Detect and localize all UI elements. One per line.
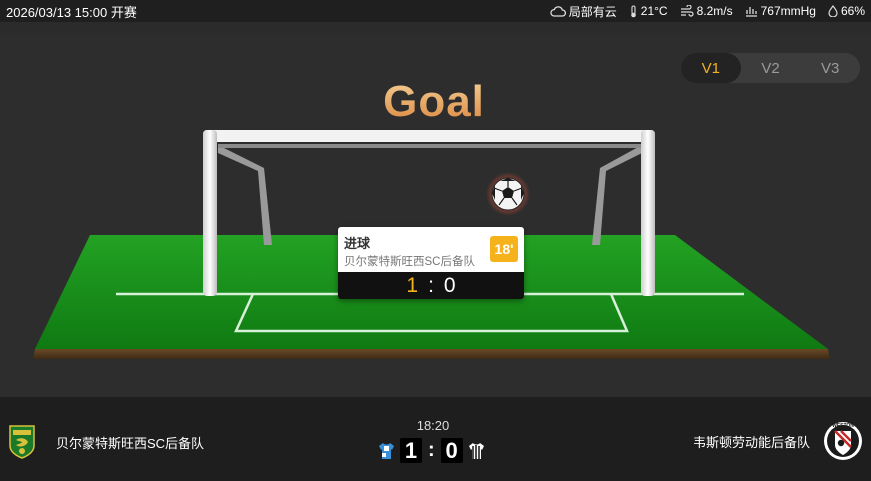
tab-v1[interactable]: V1 bbox=[681, 53, 741, 83]
main-score: 1 : 0 bbox=[378, 438, 485, 463]
home-score: 1 bbox=[400, 438, 422, 463]
away-team-name: 韦斯顿劳动能后备队 bbox=[692, 434, 810, 450]
away-jersey-icon bbox=[468, 442, 484, 459]
animation-stage: Goal V1 V2 V3 进球 贝尔蒙特斯旺西SC后备队 18' 1 : 0 bbox=[0, 33, 871, 397]
event-score: 1 : 0 bbox=[338, 272, 524, 299]
temperature-value: 21°C bbox=[640, 4, 668, 18]
pressure-icon bbox=[745, 7, 757, 17]
away-team: 韦斯顿劳动能后备队 WESTON bbox=[693, 419, 863, 463]
scoreboard-bar: 贝尔蒙特斯旺西SC后备队 18:20 1 : 0 韦斯顿劳动能后备队 WESTO… bbox=[0, 397, 871, 481]
weather-info: 局部有云 21°C 8.2m/s 767mmHg 66% bbox=[550, 3, 865, 20]
wind-icon bbox=[680, 5, 694, 17]
event-score-separator: : bbox=[428, 273, 434, 297]
football-icon bbox=[491, 177, 525, 211]
pressure: 767mmHg bbox=[745, 4, 816, 18]
goal-post-right bbox=[641, 130, 655, 296]
event-card-header: 进球 贝尔蒙特斯旺西SC后备队 18' bbox=[338, 227, 524, 272]
tab-v3[interactable]: V3 bbox=[800, 53, 860, 83]
match-start-time: 2026/03/13 15:00 开赛 bbox=[6, 4, 137, 20]
pressure-value: 767mmHg bbox=[760, 4, 816, 18]
view-switcher: V1 V2 V3 bbox=[681, 53, 860, 83]
droplet-icon bbox=[828, 5, 838, 17]
event-away-score: 0 bbox=[443, 273, 456, 297]
event-home-score: 1 bbox=[406, 273, 419, 297]
humidity-value: 66% bbox=[840, 4, 865, 18]
humidity: 66% bbox=[828, 4, 865, 18]
event-minute-badge: 18' bbox=[490, 236, 518, 262]
weather-condition: 局部有云 bbox=[550, 3, 617, 20]
goal-post-left bbox=[203, 130, 217, 296]
goal-event-card: 进球 贝尔蒙特斯旺西SC后备队 18' 1 : 0 bbox=[338, 227, 524, 299]
goal-net-left bbox=[218, 145, 272, 245]
goal-net-right bbox=[592, 145, 642, 245]
goal-crossbar bbox=[203, 130, 655, 142]
score-separator: : bbox=[428, 439, 435, 461]
cloud-icon bbox=[550, 6, 566, 17]
event-headline: Goal bbox=[0, 77, 868, 127]
tab-v2[interactable]: V2 bbox=[741, 53, 801, 83]
temperature: 21°C bbox=[629, 4, 668, 18]
top-bar: 2026/03/13 15:00 开赛 局部有云 21°C 8.2m/s 767… bbox=[0, 0, 871, 22]
away-team-logo: WESTON bbox=[824, 422, 862, 460]
away-score: 0 bbox=[440, 438, 463, 463]
home-jersey-icon bbox=[379, 442, 394, 459]
weather-condition-label: 局部有云 bbox=[568, 4, 617, 19]
thermometer-icon bbox=[630, 4, 636, 17]
pitch-soil bbox=[33, 349, 830, 359]
away-logo-text: WESTON bbox=[832, 423, 854, 429]
wind: 8.2m/s bbox=[680, 4, 733, 18]
wind-value: 8.2m/s bbox=[696, 4, 733, 18]
home-team-name: 贝尔蒙特斯旺西SC后备队 bbox=[56, 435, 205, 451]
